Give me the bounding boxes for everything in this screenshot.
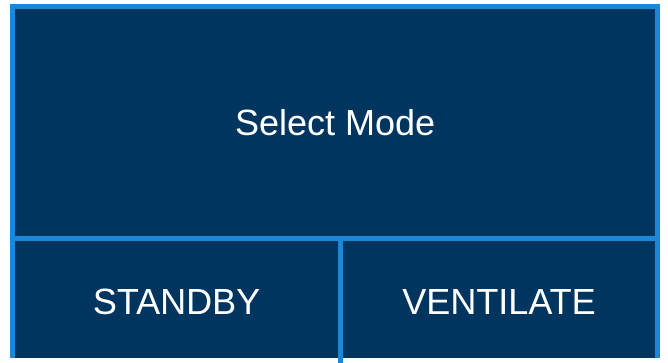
standby-button[interactable]: STANDBY: [15, 241, 338, 363]
mode-select-panel: Select Mode STANDBY VENTILATE: [10, 4, 660, 363]
ventilate-button[interactable]: VENTILATE: [343, 241, 655, 363]
mode-select-title: Select Mode: [234, 101, 436, 143]
